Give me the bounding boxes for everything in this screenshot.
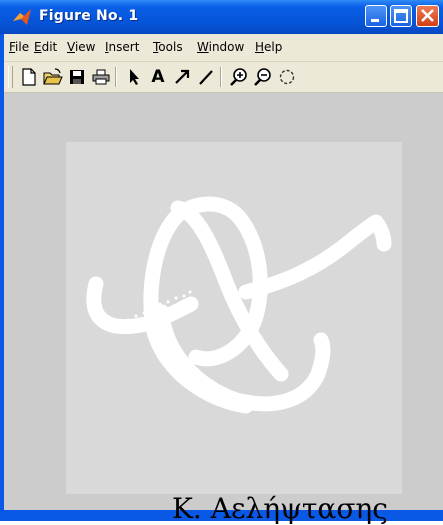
- caption-text: Κ. Αελήψτασης: [172, 492, 388, 525]
- rotate-icon: [279, 69, 295, 85]
- select-arrow-icon: [130, 69, 139, 85]
- drawing-stroke-left-hook: [86, 276, 199, 335]
- insert-arrow-button[interactable]: [171, 66, 193, 88]
- maximize-button[interactable]: [390, 5, 412, 27]
- print-icon: [92, 69, 110, 85]
- menu-insert[interactable]: Insert: [105, 40, 139, 54]
- menu-help[interactable]: Help: [255, 40, 282, 54]
- matlab-logo-icon: [13, 9, 31, 25]
- save-icon: [70, 70, 84, 84]
- menu-file[interactable]: File: [9, 40, 29, 54]
- zoom-out-icon: [254, 68, 271, 86]
- insert-line-icon: [199, 70, 213, 85]
- maximize-icon: [394, 9, 408, 23]
- zoom-in-button[interactable]: [228, 66, 250, 88]
- menu-edit[interactable]: Edit: [34, 40, 57, 54]
- insert-text-icon: A: [151, 67, 165, 87]
- toolbar-separator: [220, 67, 222, 87]
- drawing-stroke-right-arm: [238, 214, 392, 300]
- freehand-drawing: [86, 196, 392, 414]
- new-figure-icon: [22, 68, 36, 86]
- figure-window: Figure No. 1 File Edit View Insert Tools…: [0, 0, 443, 525]
- toolbar: A: [4, 62, 443, 93]
- title-bar[interactable]: Figure No. 1: [0, 0, 443, 34]
- insert-text-button[interactable]: A: [147, 66, 169, 88]
- plot-axes[interactable]: [66, 142, 402, 494]
- new-figure-button[interactable]: [18, 66, 40, 88]
- minimize-icon: [371, 19, 379, 22]
- select-arrow-button[interactable]: [123, 66, 145, 88]
- menu-window[interactable]: Window: [197, 40, 244, 54]
- zoom-out-button[interactable]: [252, 66, 274, 88]
- menu-bar: File Edit View Insert Tools Window Help: [4, 34, 443, 62]
- menu-view[interactable]: View: [67, 40, 95, 54]
- toolbar-grip[interactable]: [8, 66, 13, 88]
- menu-tools[interactable]: Tools: [153, 40, 183, 54]
- window-title: Figure No. 1: [39, 8, 139, 24]
- insert-arrow-icon: [175, 69, 190, 84]
- save-button[interactable]: [66, 66, 88, 88]
- toolbar-separator: [115, 67, 117, 87]
- rotate-button[interactable]: [276, 66, 298, 88]
- close-icon: [421, 9, 434, 22]
- insert-line-button[interactable]: [195, 66, 217, 88]
- open-file-button[interactable]: [42, 66, 64, 88]
- print-button[interactable]: [90, 66, 112, 88]
- close-button[interactable]: [416, 5, 439, 27]
- minimize-button[interactable]: [365, 5, 387, 27]
- zoom-in-icon: [230, 68, 247, 86]
- open-file-icon: [43, 68, 63, 85]
